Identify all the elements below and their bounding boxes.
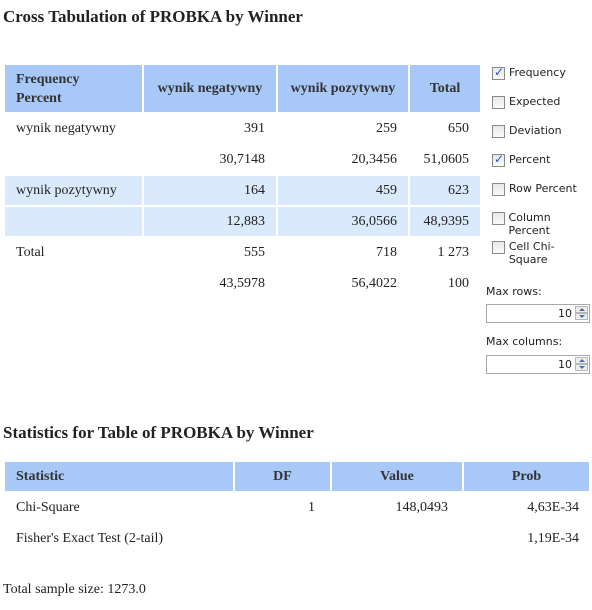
checkbox-icon[interactable] bbox=[492, 125, 505, 138]
cell-percent: 56,4022 bbox=[351, 275, 398, 291]
max-columns-value[interactable]: 10 bbox=[558, 358, 572, 371]
crosstab-header-row: Frequency Percent wynik negatywny wynik … bbox=[5, 65, 480, 112]
max-rows-spinner[interactable]: 10 bbox=[486, 304, 590, 323]
checkbox-column-percent[interactable]: Column Percent bbox=[492, 211, 592, 240]
statistic-df: 1 bbox=[308, 499, 315, 515]
cell-percent: 30,7148 bbox=[219, 151, 266, 167]
statistics-table: Statistic DF Value Prob Chi-Square 1 148… bbox=[3, 460, 591, 555]
checkbox-label: Column Percent bbox=[508, 211, 551, 237]
table-row: Fisher's Exact Test (2-tail) 1,19E-34 bbox=[5, 524, 589, 553]
row-label: wynik negatywny bbox=[16, 120, 116, 136]
cell-percent-total: 51,0605 bbox=[423, 151, 470, 167]
statistic-value: 148,0493 bbox=[395, 499, 449, 515]
checkbox-label: Expected bbox=[509, 95, 561, 108]
checkbox-label: Row Percent bbox=[509, 182, 577, 195]
cell-percent-total: 100 bbox=[448, 275, 469, 291]
cell-frequency: 391 bbox=[244, 120, 265, 136]
statistics-title: Statistics for Table of PROBKA by Winner bbox=[3, 423, 314, 442]
crosstab-title: Cross Tabulation of PROBKA by Winner bbox=[3, 7, 303, 26]
row-label-empty bbox=[5, 207, 142, 236]
checkbox-icon[interactable] bbox=[492, 183, 505, 196]
spinner-down-arrow-icon[interactable] bbox=[575, 364, 588, 371]
cell-percent: 12,883 bbox=[144, 207, 276, 236]
column-header: wynik negatywny bbox=[144, 65, 276, 112]
row-label-empty bbox=[5, 145, 142, 174]
checkbox-expected[interactable]: Expected bbox=[492, 95, 592, 124]
table-row-frequency-total: Total 555 718 1 273 bbox=[5, 238, 480, 267]
cell-frequency: 459 bbox=[278, 176, 408, 205]
total-sample-size: Total sample size: 1273.0 bbox=[3, 582, 146, 597]
cell-frequency-total: 1 273 bbox=[437, 244, 470, 260]
cell-percent: 43,5978 bbox=[219, 275, 266, 291]
checkbox-frequency[interactable]: Frequency bbox=[492, 65, 592, 95]
row-label: wynik pozytywny bbox=[5, 176, 142, 205]
max-columns-label: Max columns: bbox=[486, 335, 563, 348]
table-row-percent: 12,883 36,0566 48,9395 bbox=[5, 207, 480, 236]
cell-frequency: 164 bbox=[144, 176, 276, 205]
spinner-up-arrow-icon[interactable] bbox=[575, 357, 588, 364]
spinner-buttons bbox=[575, 357, 588, 372]
display-options-panel: Frequency Expected Deviation Percent Row… bbox=[492, 65, 592, 269]
statistic-name: Fisher's Exact Test (2-tail) bbox=[16, 530, 164, 546]
spinner-down-arrow-icon[interactable] bbox=[575, 313, 588, 320]
checkbox-label: Deviation bbox=[509, 124, 562, 137]
corner-header: Frequency Percent bbox=[5, 65, 142, 112]
statistic-df bbox=[235, 524, 330, 553]
max-rows-value[interactable]: 10 bbox=[558, 307, 572, 320]
cell-frequency-total: 623 bbox=[410, 176, 480, 205]
max-rows-label: Max rows: bbox=[486, 285, 542, 298]
column-header-value: Value bbox=[332, 462, 462, 491]
statistic-value bbox=[332, 524, 462, 553]
cell-frequency: 259 bbox=[376, 120, 397, 136]
row-label: Total bbox=[16, 244, 45, 260]
checkbox-label: Percent bbox=[509, 153, 551, 166]
cell-percent-total: 48,9395 bbox=[410, 207, 480, 236]
table-row-frequency: wynik pozytywny 164 459 623 bbox=[5, 176, 480, 205]
corner-line-percent: Percent bbox=[16, 90, 62, 106]
row-label-empty bbox=[5, 269, 142, 298]
checkbox-cell-chi-square[interactable]: Cell Chi-Square bbox=[492, 240, 592, 269]
checkbox-deviation[interactable]: Deviation bbox=[492, 124, 592, 153]
checkbox-row-percent[interactable]: Row Percent bbox=[492, 182, 592, 211]
spinner-buttons bbox=[575, 306, 588, 321]
cell-frequency-total: 650 bbox=[448, 120, 469, 136]
table-row-percent-total: 43,5978 56,4022 100 bbox=[5, 269, 480, 298]
table-row-frequency: wynik negatywny 391 259 650 bbox=[5, 114, 480, 143]
table-row-percent: 30,7148 20,3456 51,0605 bbox=[5, 145, 480, 174]
statistic-name: Chi-Square bbox=[16, 499, 80, 515]
column-header: wynik pozytywny bbox=[278, 65, 408, 112]
statistic-prob: 1,19E-34 bbox=[527, 530, 579, 546]
statistic-prob: 4,63E-34 bbox=[527, 499, 579, 515]
corner-line-frequency: Frequency bbox=[16, 71, 80, 87]
column-header-prob: Prob bbox=[464, 462, 589, 491]
checkbox-icon[interactable] bbox=[492, 212, 505, 225]
cell-percent: 36,0566 bbox=[278, 207, 408, 236]
statistics-header-row: Statistic DF Value Prob bbox=[5, 462, 589, 491]
checkbox-label: Frequency bbox=[509, 66, 566, 79]
column-header-statistic: Statistic bbox=[5, 462, 233, 491]
column-header-df: DF bbox=[235, 462, 330, 491]
checkbox-icon[interactable] bbox=[492, 241, 505, 254]
checkbox-icon-checked[interactable] bbox=[492, 152, 505, 167]
table-row: Chi-Square 1 148,0493 4,63E-34 bbox=[5, 493, 589, 522]
cell-percent: 20,3456 bbox=[351, 151, 398, 167]
column-header: Total bbox=[410, 65, 480, 112]
cell-frequency: 555 bbox=[244, 244, 265, 260]
crosstab-table: Frequency Percent wynik negatywny wynik … bbox=[3, 63, 482, 300]
checkbox-percent[interactable]: Percent bbox=[492, 152, 592, 182]
checkbox-icon-checked[interactable] bbox=[492, 65, 505, 80]
spinner-up-arrow-icon[interactable] bbox=[575, 306, 588, 313]
cell-frequency: 718 bbox=[376, 244, 397, 260]
checkbox-icon[interactable] bbox=[492, 96, 505, 109]
max-columns-spinner[interactable]: 10 bbox=[486, 355, 590, 374]
checkbox-label: Cell Chi-Square bbox=[508, 240, 555, 266]
